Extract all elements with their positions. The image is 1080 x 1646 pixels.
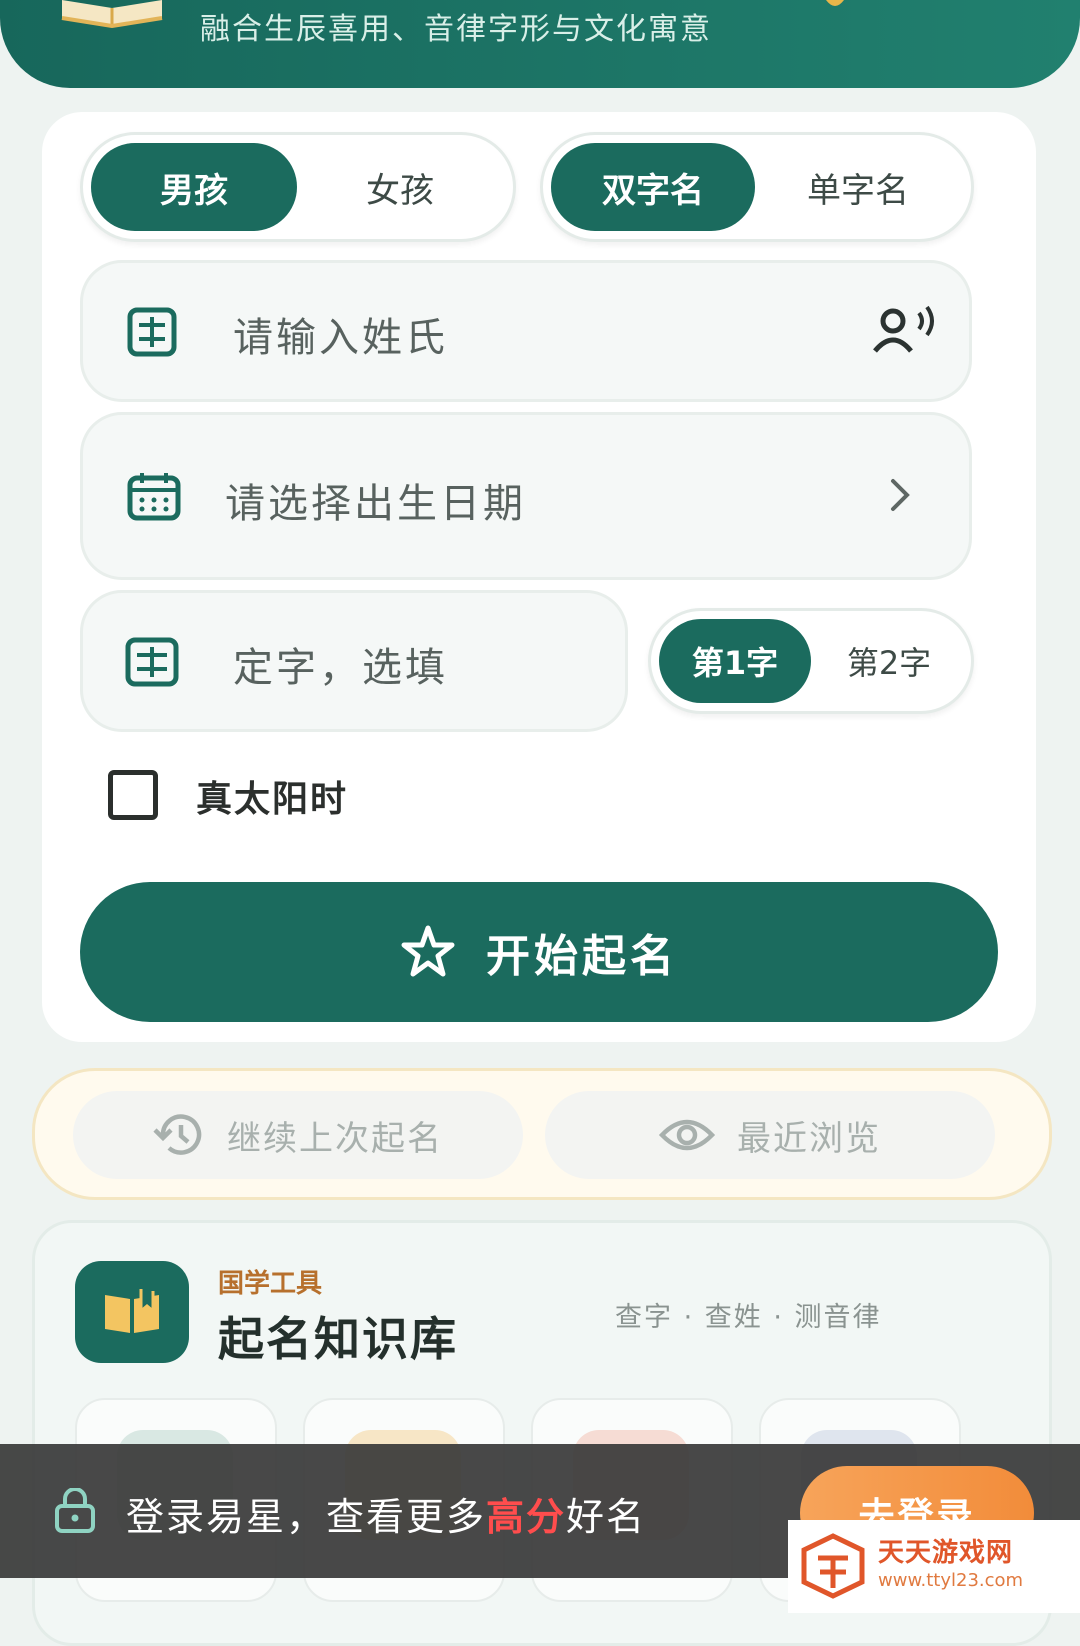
fixed-char-placeholder: 定字，选填 <box>233 645 448 691</box>
surname-grid-icon <box>127 307 177 357</box>
char-position-toggle: 第1字 第2字 <box>648 608 974 714</box>
knowledge-tag: 国学工具 <box>218 1269 323 1299</box>
fixed-char-field[interactable]: 定字，选填 <box>80 590 628 732</box>
sparkle-icon <box>826 0 844 6</box>
login-msg-suffix: 好名 <box>566 1495 647 1539</box>
recent-actions-bar: 继续上次起名 最近浏览 <box>32 1068 1052 1200</box>
start-naming-label: 开始起名 <box>486 931 678 982</box>
start-naming-button[interactable]: 开始起名 <box>80 882 998 1022</box>
gender-girl-option[interactable]: 女孩 <box>297 143 503 231</box>
chevron-right-icon <box>891 479 910 511</box>
fixed-char-grid-icon <box>125 637 179 687</box>
header-subtitle: 融合生辰喜用、音律字形与文化寓意 <box>200 12 712 47</box>
voice-input-icon[interactable] <box>869 305 939 355</box>
gender-boy-option[interactable]: 男孩 <box>91 143 297 231</box>
birth-date-field[interactable]: 请选择出生日期 <box>80 412 972 580</box>
continue-last-label: 继续上次起名 <box>227 1118 443 1159</box>
history-icon <box>153 1114 202 1155</box>
calendar-icon <box>127 473 181 521</box>
recent-browse-button[interactable]: 最近浏览 <box>545 1091 995 1179</box>
recent-browse-label: 最近浏览 <box>737 1118 881 1159</box>
single-char-option[interactable]: 单字名 <box>755 143 961 231</box>
knowledge-book-icon <box>75 1261 189 1363</box>
birth-date-placeholder: 请选择出生日期 <box>225 481 526 527</box>
lock-icon <box>55 1488 95 1533</box>
knowledge-links: 查字 · 查姓 · 测音律 <box>615 1302 882 1333</box>
char-position-first[interactable]: 第1字 <box>659 619 811 703</box>
watermark-url: www.ttyl23.com <box>878 1570 1024 1591</box>
app-header: 融合生辰喜用、音律字形与文化寓意 <box>0 0 1080 88</box>
site-watermark: 天天游戏网 www.ttyl23.com <box>788 1520 1080 1613</box>
book-logo-icon <box>61 0 163 28</box>
surname-field[interactable]: 请输入姓氏 <box>80 260 972 402</box>
watermark-name: 天天游戏网 <box>878 1538 1014 1568</box>
gender-toggle: 男孩 女孩 <box>80 132 516 242</box>
knowledge-title: 起名知识库 <box>218 1312 458 1366</box>
surname-placeholder: 请输入姓氏 <box>233 315 448 361</box>
star-icon <box>401 925 455 977</box>
eye-icon <box>659 1119 715 1151</box>
login-msg-highlight: 高分 <box>486 1495 567 1539</box>
char-position-second[interactable]: 第2字 <box>813 619 965 703</box>
continue-last-button[interactable]: 继续上次起名 <box>73 1091 523 1179</box>
name-length-toggle: 双字名 单字名 <box>540 132 974 242</box>
double-char-option[interactable]: 双字名 <box>551 143 755 231</box>
login-msg-prefix: 登录易星，查看更多 <box>126 1495 487 1539</box>
login-banner-message: 登录易星，查看更多高分好名 <box>126 1486 646 1541</box>
true-solar-checkbox[interactable] <box>108 770 158 820</box>
watermark-logo-icon <box>801 1533 865 1599</box>
true-solar-label: 真太阳时 <box>196 779 349 820</box>
